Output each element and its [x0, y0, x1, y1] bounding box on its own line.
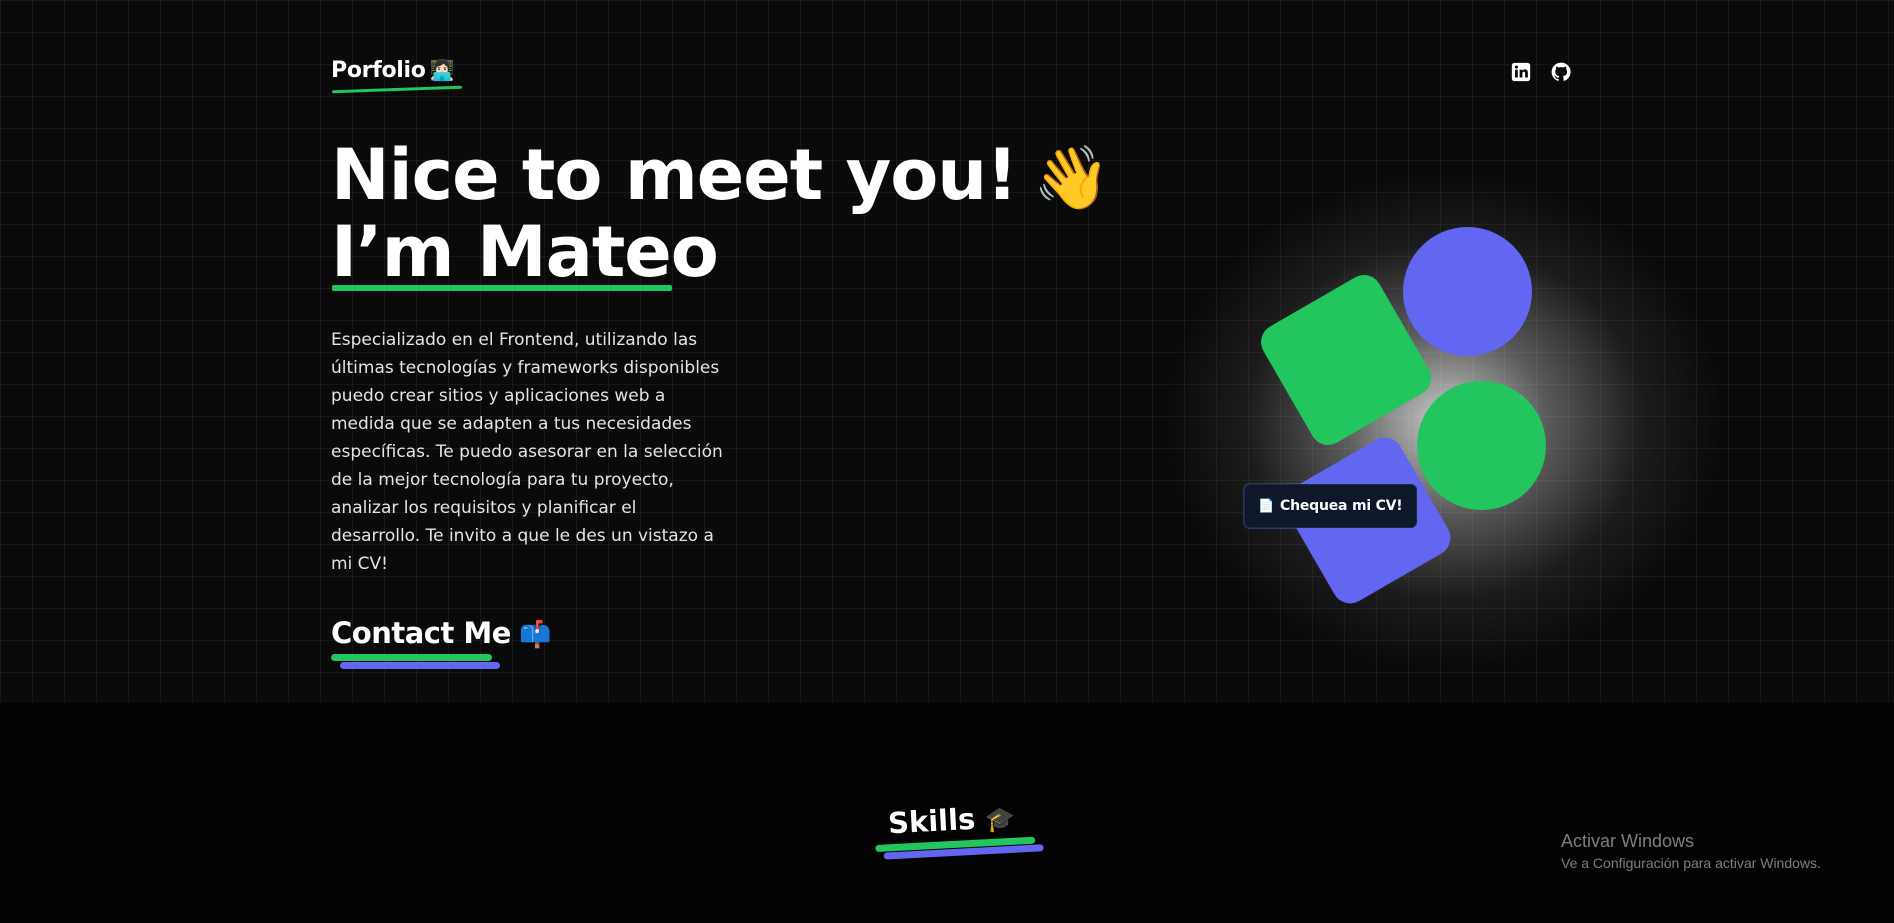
hero-description: Especializado en el Frontend, utilizando… — [331, 330, 723, 574]
windows-activation-watermark: Activar Windows Ve a Configuración para … — [1561, 831, 1821, 871]
document-icon: 📄 — [1258, 498, 1274, 514]
site-logo[interactable]: Porfolio 👩🏻‍💻 — [331, 58, 463, 94]
skills-heading-text: Skills — [887, 801, 977, 841]
contact-underline-indigo — [340, 662, 500, 669]
skills-heading: Skills 🎓 — [875, 800, 1044, 860]
name-underline — [332, 285, 672, 291]
mailbox-emoji: 📫 — [518, 620, 552, 650]
name-wrap: I’m Mateo — [331, 215, 719, 291]
green-circle-shape — [1417, 381, 1546, 510]
check-cv-button[interactable]: 📄 Chequea mi CV! — [1244, 484, 1417, 528]
contact-me-link[interactable]: Contact Me 📫 — [331, 616, 552, 669]
graduation-cap-emoji: 🎓 — [984, 804, 1016, 835]
greeting-text: Nice to meet you! — [331, 134, 1018, 216]
hero-heading: Nice to meet you! 👋 I’m Mateo — [331, 138, 1110, 291]
name-text: I’m Mateo — [331, 211, 719, 293]
contact-underline-green — [331, 654, 492, 661]
logo-text: Porfolio — [331, 58, 426, 83]
linkedin-icon[interactable] — [1510, 61, 1532, 83]
social-links — [1510, 61, 1572, 83]
technologist-emoji: 👩🏻‍💻 — [429, 58, 455, 82]
activation-title: Activar Windows — [1561, 831, 1695, 851]
github-icon[interactable] — [1550, 61, 1572, 83]
contact-me-label: Contact Me — [331, 616, 511, 650]
waving-hand-emoji: 👋 — [1033, 141, 1110, 214]
indigo-circle-shape — [1403, 227, 1532, 356]
hero-heading-line1: Nice to meet you! 👋 — [331, 138, 1110, 215]
hero-heading-line2: I’m Mateo — [331, 215, 1109, 291]
activation-subtitle: Ve a Configuración para activar Windows. — [1561, 855, 1821, 871]
cv-button-label: Chequea mi CV! — [1280, 498, 1403, 514]
